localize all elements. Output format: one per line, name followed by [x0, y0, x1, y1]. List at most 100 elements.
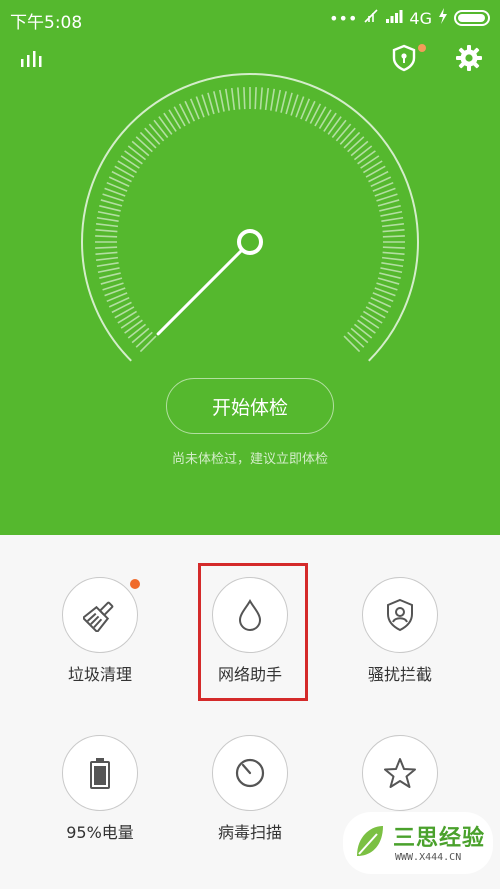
checkup-hint: 尚未体检过，建议立即体检 — [171, 452, 328, 467]
gear-icon[interactable] — [455, 44, 483, 72]
gauge-tick — [362, 160, 383, 174]
tool-label: 垃圾清理 — [67, 665, 132, 684]
gauge-tick — [95, 246, 118, 249]
gauge-outer-arc — [81, 73, 419, 362]
gauge-tick — [350, 327, 369, 344]
gauge-tick — [96, 262, 119, 268]
gauge-tick — [381, 216, 404, 222]
gauge-tick — [95, 235, 118, 238]
gauge-tick — [343, 335, 361, 353]
gauge-tick — [327, 116, 342, 135]
gauge-tick — [382, 246, 405, 249]
gauge-tick — [264, 87, 270, 111]
gauge-tick — [230, 87, 236, 111]
gauge-tick — [362, 310, 383, 324]
shield-user-icon — [387, 598, 413, 632]
gauge-tick — [127, 145, 147, 161]
tool-harassment-block[interactable]: 骚扰拦截 — [325, 535, 475, 685]
gauge-tick — [381, 262, 404, 268]
header-panel: 下午5:08 ••• 4G 开始体检 尚未体检过，建议立即体检 — [0, 0, 500, 535]
gauge-tick — [382, 235, 405, 238]
gauge-tick — [163, 112, 177, 132]
tool-label: 病毒扫描 — [217, 823, 282, 842]
gauge-tick — [139, 131, 157, 149]
gauge-tick — [97, 210, 120, 217]
gauge-needle — [156, 248, 244, 336]
gauge-tick — [318, 109, 332, 130]
gauge-tick — [290, 94, 299, 116]
network-type: 4G — [409, 8, 432, 28]
gauge-tick — [347, 136, 365, 153]
broom-icon — [83, 601, 114, 632]
tool-junk-clean[interactable]: 垃圾清理 — [25, 535, 175, 685]
gauge-tick — [382, 251, 405, 255]
gauge-tick — [95, 229, 118, 233]
gauge-tick — [379, 205, 401, 212]
battery-outline-icon — [90, 758, 110, 789]
gauge-tick — [124, 150, 143, 165]
gauge-tick — [102, 193, 124, 202]
gauge-tick — [207, 92, 215, 115]
start-checkup-button[interactable]: 开始体检 — [166, 378, 334, 434]
gauge-tick — [259, 87, 263, 110]
status-bar: 下午5:08 ••• 4G — [0, 0, 500, 36]
gauge-tick — [343, 131, 361, 149]
star-icon — [384, 758, 416, 788]
gauge-tick — [213, 91, 220, 113]
gauge-tick — [99, 205, 121, 212]
gauge-tick — [99, 272, 121, 279]
gauge-tick — [285, 92, 293, 115]
gauge-tick — [97, 267, 120, 274]
tool-virus-scan[interactable]: 病毒扫描 — [175, 693, 325, 843]
signal-off-icon — [363, 8, 379, 28]
tool-battery[interactable]: 95%电量 — [25, 693, 175, 843]
stats-icon[interactable] — [20, 46, 44, 70]
gauge-tick — [360, 315, 380, 329]
gauge-tick — [323, 112, 337, 132]
gauge-tick — [144, 127, 161, 145]
gauge-tick — [168, 109, 182, 130]
gauge-tick — [117, 160, 138, 174]
battery-icon — [454, 10, 490, 26]
gauge-tick — [376, 282, 398, 291]
gauge-tick — [218, 89, 225, 112]
status-icons: ••• 4G — [329, 8, 490, 28]
gauge-tick — [280, 91, 287, 113]
gauge-tick — [224, 88, 230, 111]
gauge-tick — [254, 87, 257, 110]
gauge-tick — [382, 229, 405, 233]
tool-label: 95%电量 — [66, 823, 134, 842]
highlight-box — [198, 563, 308, 701]
leaf-icon — [357, 826, 383, 856]
gauge-tick — [95, 251, 118, 255]
gauge-tick — [102, 282, 124, 291]
gauge-tick — [377, 277, 400, 285]
notification-dot — [418, 44, 426, 52]
gauge-tick — [95, 222, 119, 228]
gauge-tick — [275, 89, 282, 112]
gauge-tick — [353, 145, 373, 161]
status-time: 下午5:08 — [10, 13, 83, 33]
gauge-tick — [243, 87, 246, 110]
gauge-tick — [124, 319, 143, 334]
gauge-tick — [135, 331, 153, 348]
gauge-tick — [353, 323, 373, 339]
charging-icon — [438, 8, 448, 28]
gauge-tick — [95, 256, 119, 262]
gauge-tick — [131, 327, 150, 344]
gauge-tick — [135, 136, 153, 153]
gauge-tick — [347, 331, 365, 348]
gauge-tick — [148, 123, 165, 142]
gauge-tick — [201, 94, 210, 116]
gauge-tick — [350, 140, 369, 157]
new-badge-dot — [130, 579, 140, 589]
watermark-title: 三思经验 — [393, 826, 486, 851]
gauge-tick — [360, 155, 380, 169]
gauge-tick — [381, 256, 405, 262]
gauge-tick — [377, 199, 400, 207]
gauge-tick — [339, 127, 356, 145]
signal-icon — [385, 8, 403, 28]
tool-label: 骚扰拦截 — [367, 665, 432, 684]
gauge-tick — [357, 319, 376, 334]
gauge-tick — [158, 116, 173, 135]
